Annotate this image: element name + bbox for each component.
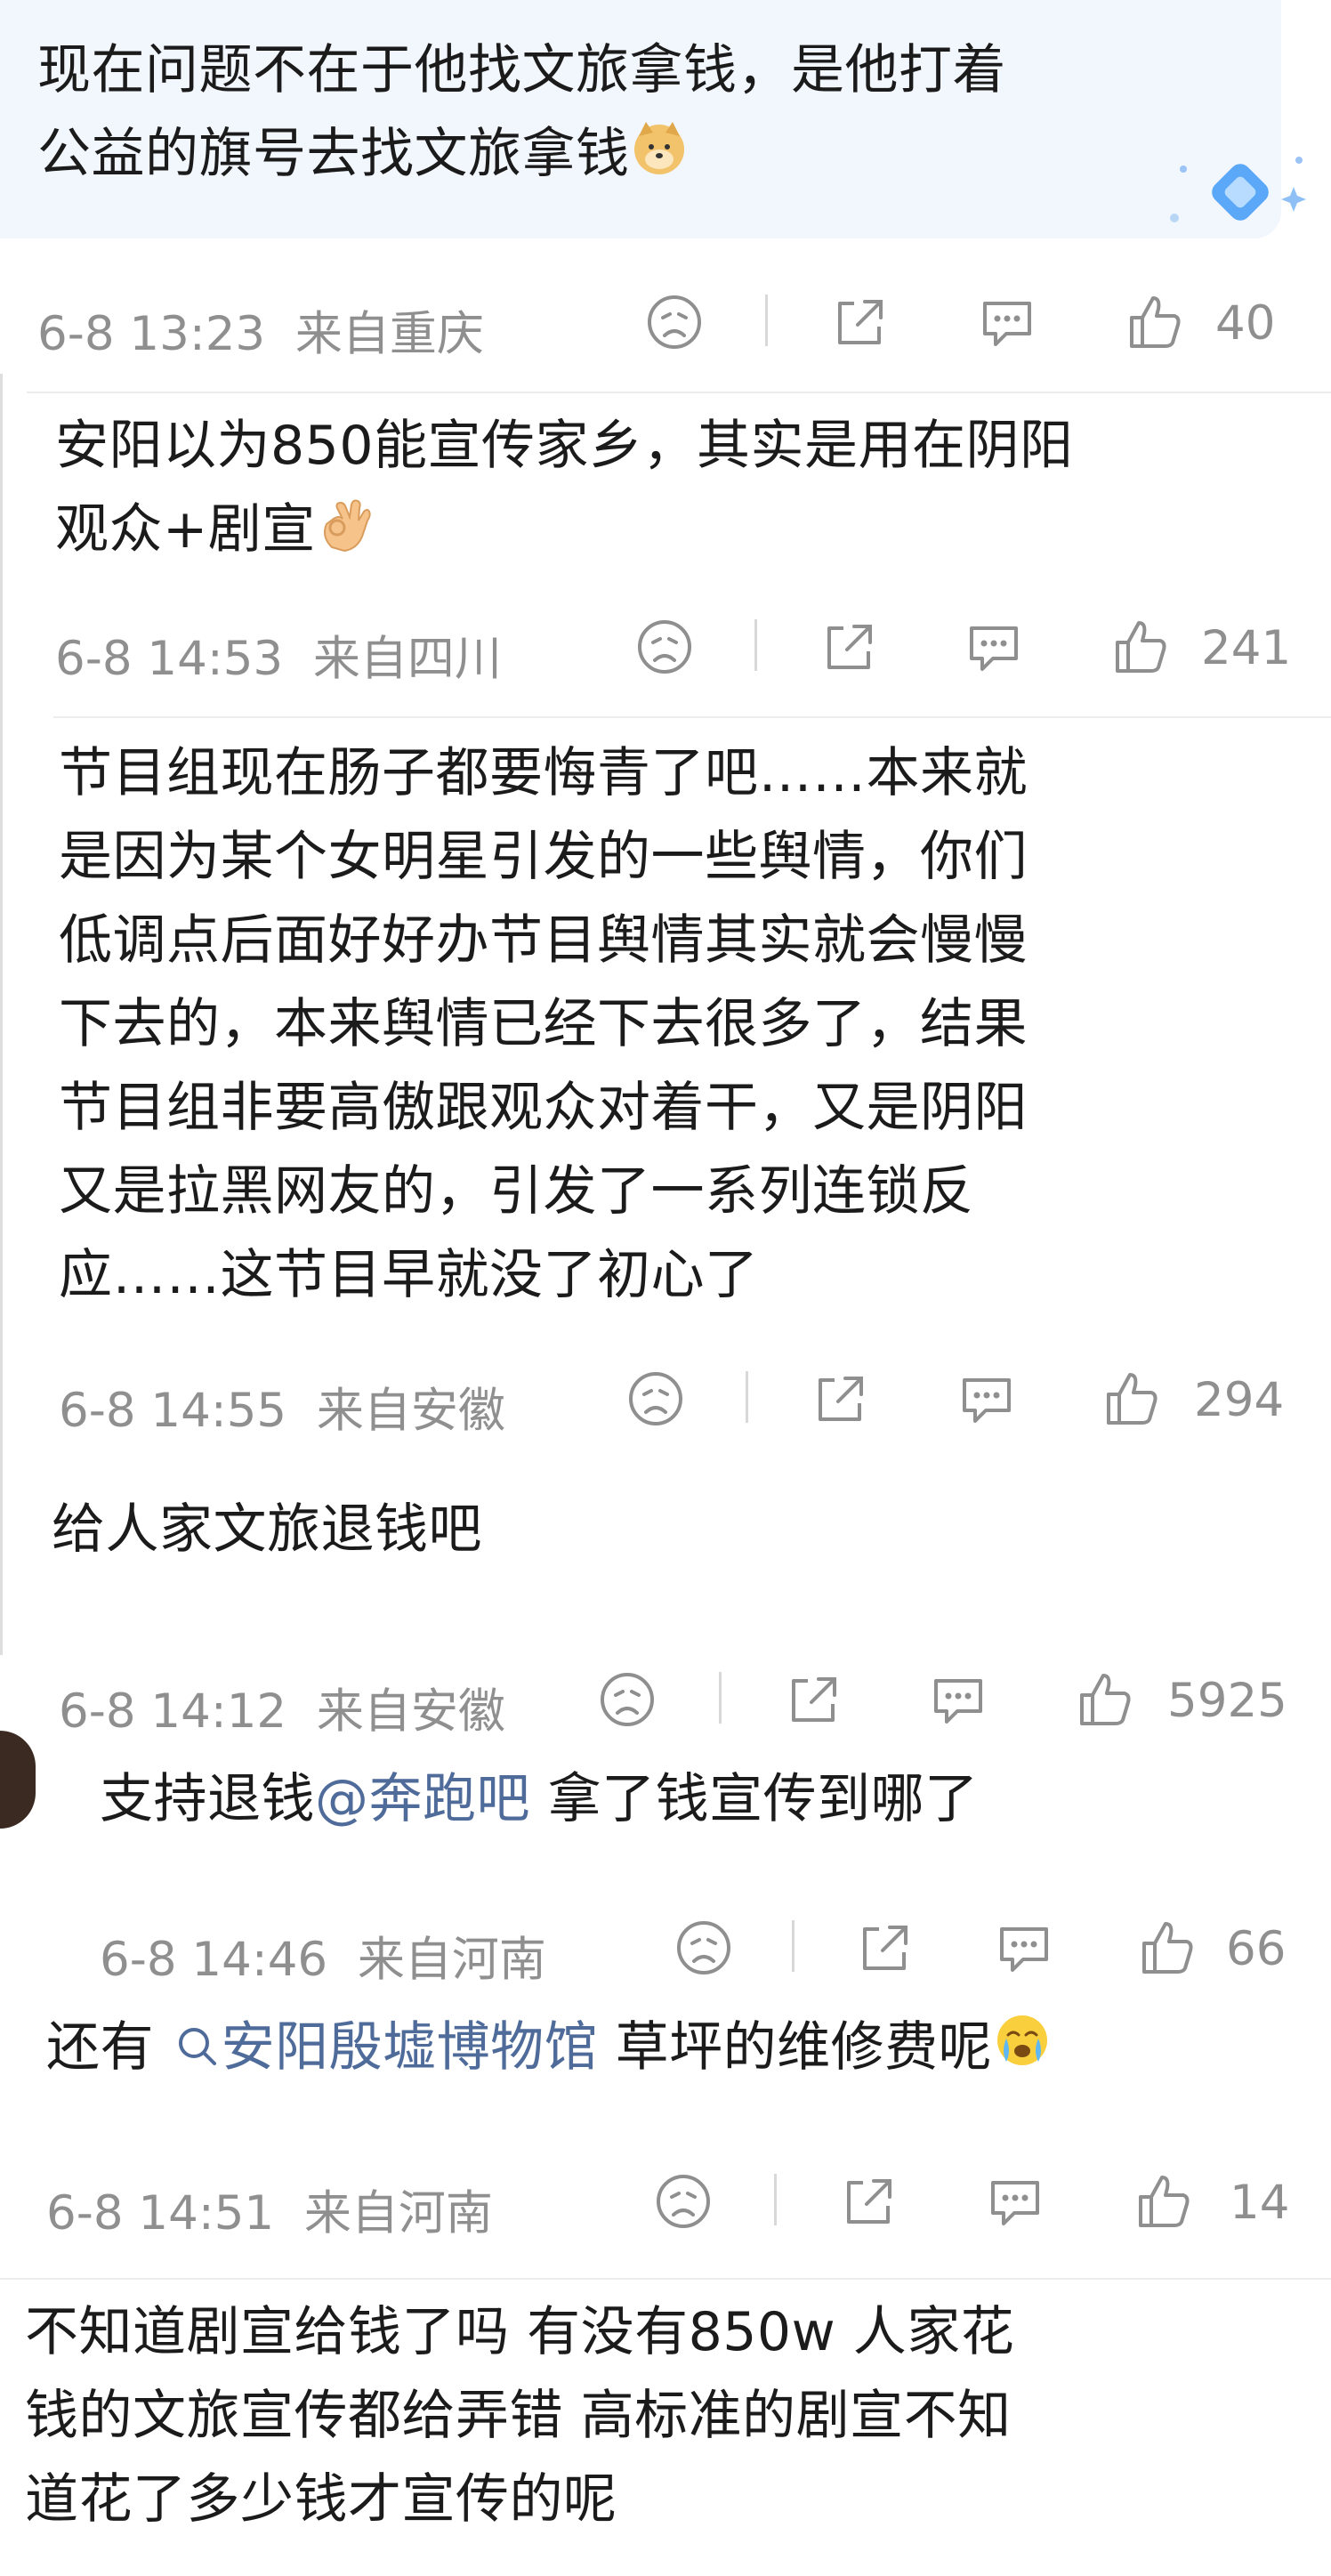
- sad-face-icon[interactable]: [652, 2170, 714, 2233]
- separator: [765, 295, 768, 346]
- comment-text-4: 给人家文旅退钱吧: [52, 1488, 482, 1571]
- like-count: 294: [1194, 1373, 1285, 1427]
- thumbs-up-icon[interactable]: [1123, 291, 1185, 353]
- comment-meta-2: 6-8 14:53 来自四川 241: [0, 614, 1331, 686]
- comment-meta-3: 6-8 14:55 来自安徽 294: [0, 1366, 1331, 1438]
- comment-meta-1: 6-8 13:23 来自重庆 40: [0, 289, 1331, 361]
- comment-meta-6: 6-8 14:51 来自河南 14: [0, 2168, 1331, 2241]
- comment-meta-4: 6-8 14:12 来自安徽 5925: [0, 1667, 1331, 1739]
- crying-emoji-icon: [997, 2015, 1048, 2065]
- comment-text-1: 现在问题不在于他找文旅拿钱，是他打着 公益的旗号去找文旅拿钱: [37, 28, 1006, 196]
- comment-text-5: 支持退钱@奔跑吧 拿了钱宣传到哪了: [100, 1757, 979, 1841]
- comment-icon[interactable]: [993, 1917, 1055, 1979]
- comment-icon[interactable]: [963, 616, 1025, 678]
- share-icon[interactable]: [852, 1917, 915, 1979]
- comment-line: 道花了多少钱才宣传的呢: [25, 2468, 617, 2531]
- comment-time: 6-8 14:12 来自安徽: [59, 1684, 505, 1739]
- left-edge-rule: [0, 374, 3, 1655]
- comment-text: 草坪的维修费呢: [598, 2016, 993, 2079]
- comment-meta-5: 6-8 14:46 来自河南 66: [0, 1915, 1331, 1987]
- like-count: 66: [1226, 1922, 1287, 1976]
- comment-text-6: 还有 安阳殷墟博物馆 草坪的维修费呢: [46, 2006, 1053, 2089]
- comment-text: 还有: [46, 2016, 172, 2079]
- comment-icon[interactable]: [976, 291, 1038, 353]
- comment-time: 6-8 13:23 来自重庆: [37, 307, 484, 361]
- comment-line: 现在问题不在于他找文旅拿钱，是他打着: [37, 39, 1006, 101]
- comment-time: 6-8 14:51 来自河南: [46, 2186, 493, 2241]
- thumbs-up-icon[interactable]: [1073, 1668, 1135, 1731]
- divider: [53, 716, 1331, 718]
- like-count: 40: [1215, 296, 1276, 351]
- thumbs-up-icon[interactable]: [1100, 1368, 1162, 1430]
- search-link[interactable]: 安阳殷墟博物馆: [172, 2016, 599, 2079]
- comment-text: 支持退钱: [100, 1768, 315, 1830]
- comment-line: 是因为某个女明星引发的一些舆情，你们: [59, 826, 1028, 888]
- search-icon: [178, 2028, 216, 2065]
- separator: [754, 619, 757, 671]
- comment-line: 公益的旗号去找文旅拿钱: [37, 123, 630, 185]
- sad-face-icon[interactable]: [633, 616, 696, 678]
- comment-line: 给人家文旅退钱吧: [52, 1498, 482, 1561]
- comment-icon[interactable]: [927, 1668, 989, 1731]
- comment-line: 节目组现在肠子都要悔青了吧……本来就: [59, 742, 1028, 804]
- diamond-badge-icon: [1170, 157, 1306, 222]
- comment-icon[interactable]: [984, 2170, 1046, 2233]
- comment-text: 拿了钱宣传到哪了: [530, 1768, 979, 1830]
- comment-line: 观众+剧宣: [55, 498, 316, 561]
- comment-line: 不知道剧宣给钱了吗 有没有850w 人家花: [25, 2301, 1015, 2363]
- sad-face-icon[interactable]: [643, 291, 706, 353]
- sad-face-icon[interactable]: [673, 1917, 735, 1979]
- like-count: 5925: [1167, 1674, 1287, 1728]
- ok-hand-emoji-icon: [323, 499, 371, 553]
- share-icon[interactable]: [808, 1368, 870, 1430]
- comment-line: 安阳以为850能宣传家乡，其实是用在阴阳: [55, 415, 1074, 477]
- share-icon[interactable]: [817, 616, 879, 678]
- comment-time: 6-8 14:53 来自四川: [55, 632, 502, 686]
- comment-text-2: 安阳以为850能宣传家乡，其实是用在阴阳 观众+剧宣: [55, 404, 1074, 571]
- comment-line: 又是拉黑网友的，引发了一系列连锁反: [59, 1160, 974, 1223]
- comment-line: 节目组非要高傲跟观众对着干，又是阴阳: [59, 1077, 1028, 1139]
- divider: [0, 2278, 1331, 2280]
- thumbs-up-icon[interactable]: [1109, 616, 1171, 678]
- share-icon[interactable]: [836, 2170, 899, 2233]
- separator: [792, 1920, 795, 1972]
- comment-time: 6-8 14:46 来自河南: [100, 1933, 546, 1987]
- thumbs-up-icon[interactable]: [1135, 1917, 1198, 1979]
- sad-face-icon[interactable]: [625, 1368, 687, 1430]
- comment-text-3: 节目组现在肠子都要悔青了吧……本来就 是因为某个女明星引发的一些舆情，你们 低调…: [59, 731, 1028, 1317]
- like-count: 241: [1201, 621, 1292, 675]
- separator: [746, 1371, 748, 1423]
- sad-face-icon[interactable]: [596, 1668, 658, 1731]
- comment-line: 低调点后面好好办节目舆情其实就会慢慢: [59, 909, 1028, 972]
- share-icon[interactable]: [781, 1668, 843, 1731]
- comment-line: 应……这节目早就没了初心了: [59, 1244, 759, 1306]
- separator: [719, 1672, 722, 1724]
- comment-line: 钱的文旅宣传都给弄错 高标准的剧宣不知: [25, 2385, 1012, 2447]
- comment-text-7: 不知道剧宣给钱了吗 有没有850w 人家花 钱的文旅宣传都给弄错 高标准的剧宣不…: [25, 2290, 1014, 2541]
- comment-icon[interactable]: [956, 1368, 1018, 1430]
- avatar[interactable]: [0, 1731, 36, 1829]
- share-icon[interactable]: [827, 291, 890, 353]
- divider: [27, 392, 1331, 393]
- comment-time: 6-8 14:55 来自安徽: [59, 1384, 505, 1438]
- like-count: 14: [1230, 2176, 1290, 2230]
- thumbs-up-icon[interactable]: [1132, 2170, 1194, 2233]
- doge-emoji-icon: [633, 122, 684, 174]
- comment-line: 下去的，本来舆情已经下去很多了，结果: [59, 993, 1028, 1055]
- mention-link[interactable]: @奔跑吧: [315, 1768, 530, 1830]
- separator: [774, 2174, 777, 2225]
